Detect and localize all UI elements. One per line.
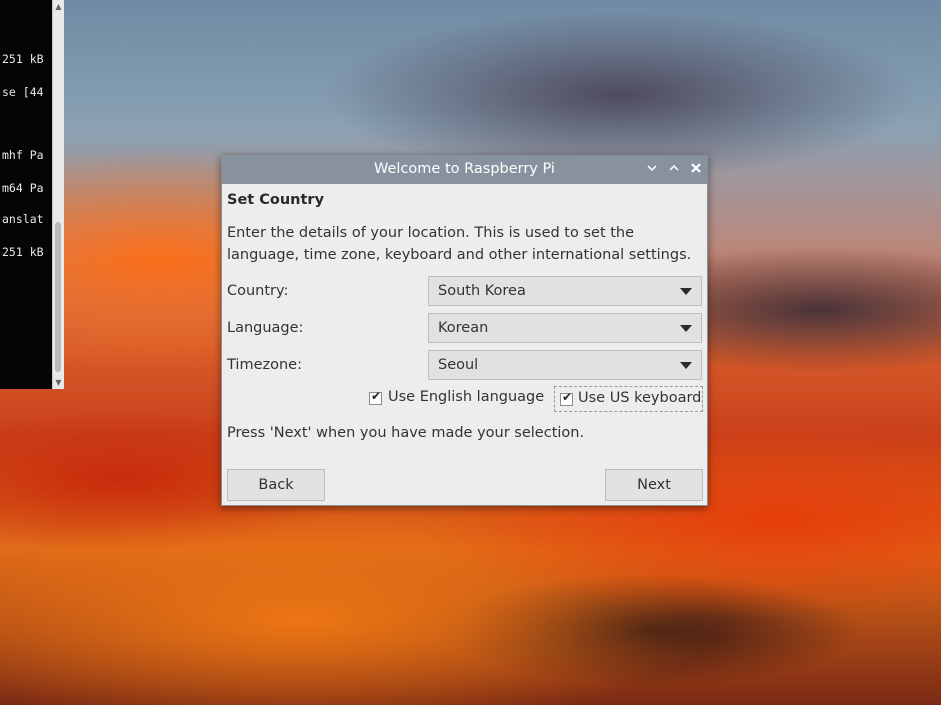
timezone-value: Seoul <box>438 357 479 373</box>
scroll-down-arrow-icon[interactable]: ▼ <box>54 378 63 387</box>
use-us-keyboard-label: Use US keyboard <box>578 390 702 406</box>
use-us-keyboard-checkbox[interactable]: ✔ Use US keyboard <box>554 386 703 412</box>
terminal-line: mhf Pa <box>2 148 44 162</box>
terminal-line: se [44 <box>2 85 44 99</box>
checkmark-icon: ✔ <box>562 390 573 404</box>
section-heading: Set Country <box>227 192 325 208</box>
close-icon[interactable] <box>688 162 704 178</box>
dropdown-arrow-icon <box>680 288 692 295</box>
terminal-line: anslat <box>2 212 44 226</box>
dialog-titlebar[interactable]: Welcome to Raspberry Pi <box>222 156 707 184</box>
chevron-up-icon[interactable] <box>666 162 682 178</box>
checkmark-icon: ✔ <box>371 389 382 403</box>
terminal-line: 251 kB <box>2 52 44 66</box>
country-label: Country: <box>227 283 289 299</box>
welcome-dialog: Welcome to Raspberry Pi Set Country Ente… <box>221 155 708 506</box>
use-english-language-checkbox[interactable]: ✔ Use English language <box>365 386 545 412</box>
language-dropdown[interactable]: Korean <box>428 313 702 343</box>
language-label: Language: <box>227 320 304 336</box>
scroll-up-arrow-icon[interactable]: ▲ <box>54 2 63 11</box>
dropdown-arrow-icon <box>680 362 692 369</box>
scrollbar-thumb[interactable] <box>55 222 61 372</box>
back-button[interactable]: Back <box>227 469 325 501</box>
terminal-scrollbar[interactable]: ▲ ▼ <box>52 0 64 389</box>
instruction-text: Press 'Next' when you have made your sel… <box>227 425 585 441</box>
checkbox-box[interactable]: ✔ <box>560 390 573 406</box>
description-text: Enter the details of your location. This… <box>227 225 692 263</box>
chevron-down-icon[interactable] <box>644 162 660 178</box>
timezone-label: Timezone: <box>227 357 302 373</box>
terminal-line: m64 Pa <box>2 181 44 195</box>
next-button[interactable]: Next <box>605 469 703 501</box>
use-english-language-label: Use English language <box>388 389 545 405</box>
desktop-wallpaper: 251 kB se [44 mhf Pa m64 Pa anslat 251 k… <box>0 0 941 705</box>
checkbox-box[interactable]: ✔ <box>369 389 382 405</box>
country-value: South Korea <box>438 283 526 299</box>
timezone-dropdown[interactable]: Seoul <box>428 350 702 380</box>
dialog-title: Welcome to Raspberry Pi <box>374 161 555 177</box>
language-value: Korean <box>438 320 489 336</box>
terminal-window[interactable]: 251 kB se [44 mhf Pa m64 Pa anslat 251 k… <box>0 0 52 389</box>
dropdown-arrow-icon <box>680 325 692 332</box>
terminal-line: 251 kB <box>2 245 44 259</box>
country-dropdown[interactable]: South Korea <box>428 276 702 306</box>
